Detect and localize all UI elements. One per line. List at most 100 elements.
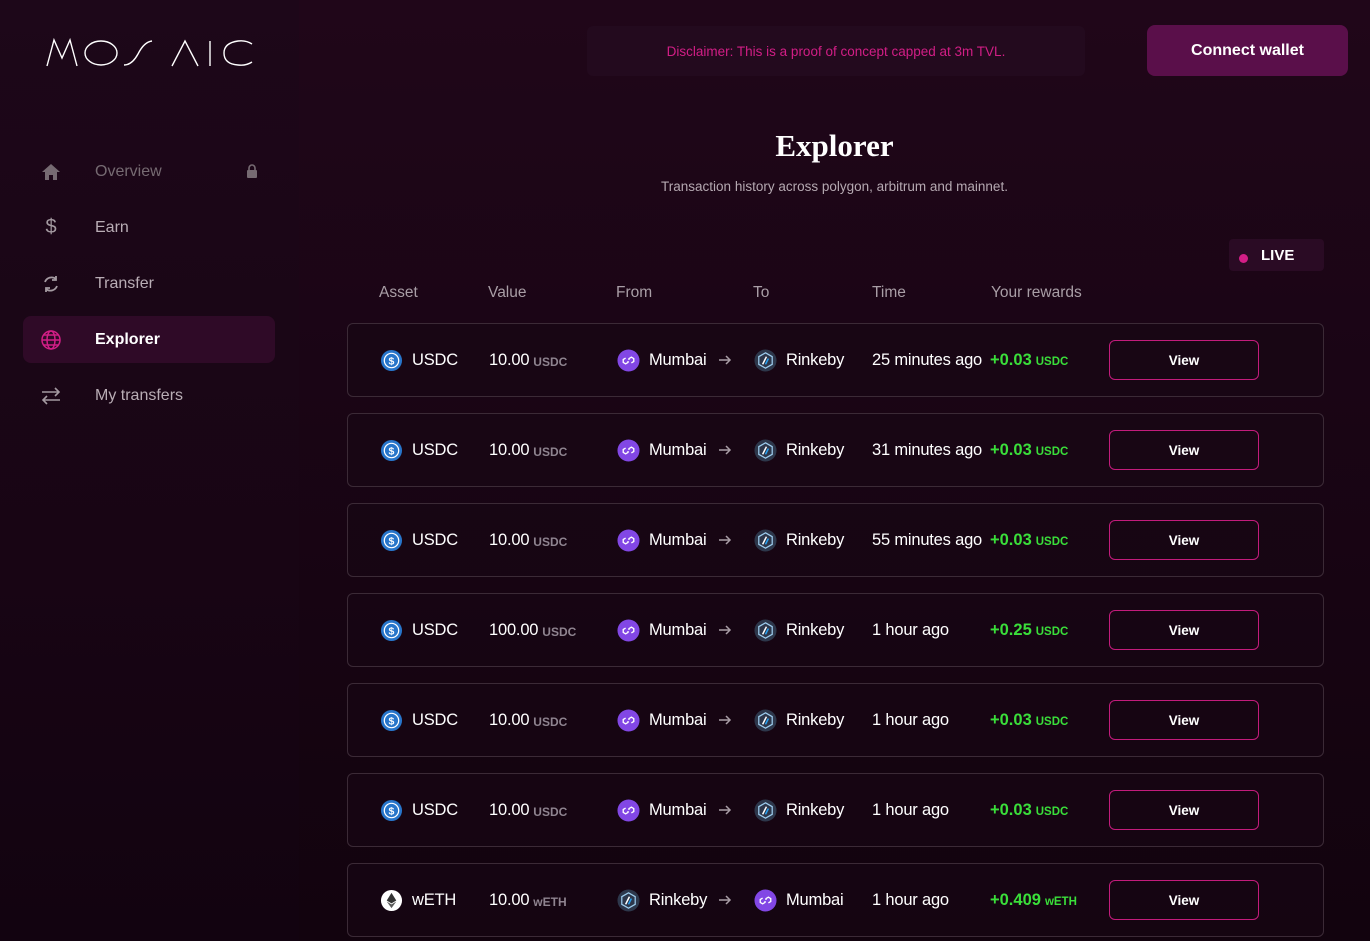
from-network: Mumbai: [649, 530, 707, 549]
arrow-right-icon: [718, 805, 731, 815]
reward-unit: USDC: [1035, 355, 1069, 368]
reward-cell: +0.25 USDC: [990, 594, 1068, 666]
sidebar-item-transfer[interactable]: Transfer: [23, 260, 275, 307]
asset-cell: $ USDC: [380, 774, 458, 846]
page-title: Explorer: [775, 128, 894, 163]
asset-cell: $ USDC: [380, 594, 458, 666]
to-network: Rinkeby: [786, 800, 845, 819]
reward-cell: +0.03 USDC: [990, 414, 1068, 486]
reward-cell: +0.03 USDC: [990, 324, 1068, 396]
time-ago: 1 hour ago: [872, 620, 949, 639]
asset-cell: $ USDC: [380, 324, 458, 396]
dollar-icon: $: [45, 216, 57, 238]
value-cell: 100.00 USDC: [489, 594, 576, 666]
asset-cell: $ USDC: [380, 414, 458, 486]
from-cell: Mumbai: [617, 684, 733, 756]
to-cell: Mumbai: [754, 864, 844, 936]
reward-unit: USDC: [1035, 625, 1069, 638]
sidebar-item-earn[interactable]: $ Earn: [23, 204, 275, 251]
value-unit: USDC: [542, 624, 577, 639]
connect-wallet-button[interactable]: Connect wallet: [1147, 25, 1348, 76]
sidebar-item-explorer[interactable]: Explorer: [23, 316, 275, 363]
from-network: Mumbai: [649, 710, 707, 729]
view-button[interactable]: View: [1109, 880, 1259, 920]
sidebar-item-label: Explorer: [95, 330, 160, 348]
column-header-from[interactable]: From: [616, 284, 652, 302]
usdc-token-icon: $: [380, 529, 403, 551]
to-network: Rinkeby: [786, 620, 845, 639]
value-cell: 10.00 USDC: [489, 324, 567, 396]
value-amount: 10.00: [489, 800, 530, 819]
column-header-value[interactable]: Value: [488, 284, 527, 302]
column-header-rewards[interactable]: Your rewards: [991, 284, 1082, 302]
table-row: $ USDC 10.00 USDC Mumbai Rinkeby 1 hour ago +0.…: [347, 683, 1324, 757]
column-header-to[interactable]: To: [753, 284, 769, 302]
polygon-network-icon: [617, 618, 640, 642]
sidebar-item-my-transfers[interactable]: My transfers: [23, 372, 275, 419]
arbitrum-network-icon: [617, 888, 640, 912]
polygon-network-icon: [617, 438, 640, 462]
time-ago: 1 hour ago: [872, 800, 949, 819]
value-unit: USDC: [533, 444, 568, 459]
arrow-right-icon: [718, 715, 731, 725]
from-network: Mumbai: [649, 440, 707, 459]
view-button[interactable]: View: [1109, 340, 1259, 380]
arbitrum-network-icon: [754, 798, 777, 822]
reward-unit: USDC: [1035, 445, 1069, 458]
sidebar: Overview $ Earn Transfer Explorer My tra…: [0, 0, 299, 941]
sidebar-item-overview[interactable]: Overview: [23, 148, 275, 195]
reward-amount: +0.03: [990, 530, 1032, 549]
table-row: $ USDC 10.00 USDC Mumbai Rinkeby 55 minutes ag…: [347, 503, 1324, 577]
view-button[interactable]: View: [1109, 700, 1259, 740]
reward-unit: USDC: [1035, 715, 1069, 728]
reward-amount: +0.03: [990, 350, 1032, 369]
from-cell: Mumbai: [617, 414, 733, 486]
time-cell: 1 hour ago: [872, 864, 949, 936]
asset-symbol: USDC: [412, 350, 458, 369]
view-button[interactable]: View: [1109, 610, 1259, 650]
value-amount: 10.00: [489, 440, 530, 459]
column-header-asset[interactable]: Asset: [379, 284, 418, 302]
to-network: Rinkeby: [786, 530, 845, 549]
svg-text:$: $: [389, 445, 395, 457]
asset-symbol: USDC: [412, 800, 458, 819]
view-button[interactable]: View: [1109, 790, 1259, 830]
time-cell: 1 hour ago: [872, 594, 949, 666]
arrow-right-icon: [718, 625, 731, 635]
swap-arrows-icon: [39, 384, 63, 408]
live-label: LIVE: [1261, 246, 1295, 264]
view-button[interactable]: View: [1109, 520, 1259, 560]
asset-symbol: USDC: [412, 620, 458, 639]
value-unit: USDC: [533, 534, 568, 549]
time-ago: 25 minutes ago: [872, 350, 983, 369]
time-cell: 25 minutes ago: [872, 324, 982, 396]
sidebar-item-label: Overview: [95, 162, 162, 180]
reward-cell: +0.409 wETH: [990, 864, 1077, 936]
time-cell: 1 hour ago: [872, 774, 949, 846]
value-amount: 10.00: [489, 350, 530, 369]
value-amount: 10.00: [489, 530, 530, 549]
value-unit: USDC: [533, 354, 568, 369]
reward-cell: +0.03 USDC: [990, 504, 1068, 576]
time-ago: 31 minutes ago: [872, 440, 983, 459]
view-button[interactable]: View: [1109, 430, 1259, 470]
usdc-token-icon: $: [380, 349, 403, 371]
disclaimer-banner: Disclaimer: This is a proof of concept c…: [587, 26, 1085, 76]
polygon-network-icon: [617, 798, 640, 822]
mosaic-logo[interactable]: [46, 36, 254, 68]
svg-text:$: $: [389, 355, 395, 367]
column-header-time[interactable]: Time: [872, 284, 906, 302]
table-row: $ USDC 10.00 USDC Mumbai Rinkeby 31 minutes ag…: [347, 413, 1324, 487]
arbitrum-network-icon: [754, 528, 777, 552]
asset-symbol: USDC: [412, 710, 458, 729]
table-header: Asset Value From To Time Your rewards: [299, 284, 1370, 304]
to-cell: Rinkeby: [754, 594, 844, 666]
value-unit: wETH: [533, 894, 567, 909]
time-ago: 1 hour ago: [872, 710, 949, 729]
time-ago: 1 hour ago: [872, 890, 949, 909]
sidebar-item-label: Transfer: [95, 274, 154, 292]
to-cell: Rinkeby: [754, 684, 844, 756]
home-icon: [39, 160, 63, 184]
polygon-network-icon: [617, 348, 640, 372]
to-network: Mumbai: [786, 890, 844, 909]
